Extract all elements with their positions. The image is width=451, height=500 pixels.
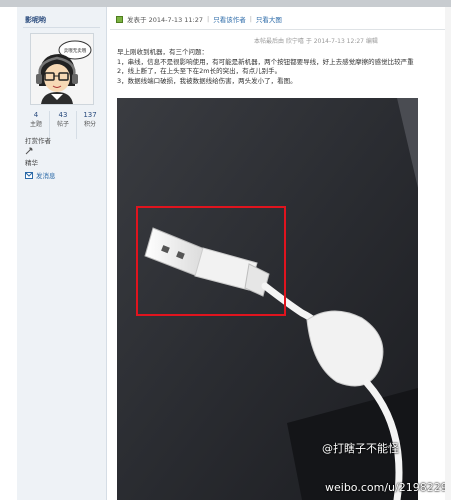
- tip-author-link[interactable]: 打赏作者: [25, 135, 51, 145]
- stat-value: 43: [58, 111, 68, 119]
- post-line: 早上刚收到机器，有三个问题：: [117, 48, 208, 56]
- essence-link[interactable]: 精华: [25, 157, 38, 167]
- post-line: 1，串线，信息不是很影响使用，有可能是新机器，两个按钮都要导线，好上去感觉摩擦的…: [117, 57, 414, 66]
- separator: |: [249, 15, 252, 23]
- weibo-watermark: @打瞎子不能怪: [322, 440, 399, 456]
- stat-posts[interactable]: 43 帖子: [50, 111, 77, 139]
- post-time: 发表于 2014-7-13 11:27: [127, 16, 204, 24]
- avatar-cartoon-icon: 卖哦无卖哦: [31, 34, 93, 104]
- stat-label: 积分: [83, 121, 96, 128]
- stat-value: 137: [83, 111, 97, 119]
- stat-label: 主题: [29, 121, 42, 128]
- user-sidebar: 影呢哟 卖哦无卖哦 4 主题 43 帖子 137 积分 打赏作者 精华 发消息: [17, 7, 107, 500]
- stat-label: 帖子: [56, 121, 69, 128]
- divider: [23, 27, 100, 28]
- post-header: 发表于 2014-7-13 11:27 | 只看该作者 | 只看大图: [110, 7, 451, 30]
- message-icon: [25, 171, 33, 179]
- weibo-url: weibo.com/u/2198229210: [325, 481, 451, 494]
- stat-value: 4: [33, 111, 39, 119]
- avatar[interactable]: 卖哦无卖哦: [30, 33, 94, 105]
- avatar-bubble-text: 卖哦无卖哦: [64, 47, 87, 54]
- only-large-image-link[interactable]: 只看大图: [256, 14, 282, 24]
- post-line: 2，线上断了，在上头至下在2m长的突出，有点儿别手。: [117, 67, 282, 75]
- wrench-icon[interactable]: [25, 147, 33, 155]
- edit-notice: 本帖最后由 欣宁嘻 于 2014-7-13 12:27 编辑: [254, 38, 378, 45]
- breadcrumb: 发表于 2014-7-13 11:27 | 只看该作者 | 只看大图: [116, 14, 282, 24]
- separator: |: [207, 15, 210, 23]
- scrollbar-track[interactable]: [445, 7, 451, 500]
- weibo-handle: @打瞎子不能怪: [322, 442, 399, 455]
- post-icon: [116, 15, 123, 23]
- stat-points[interactable]: 137 积分: [77, 111, 103, 139]
- window-top-bar: [0, 0, 451, 7]
- damage-highlight-box: [136, 206, 286, 316]
- essence-label: 精华: [25, 159, 38, 167]
- post-body: 早上刚收到机器，有三个问题： 1，串线，信息不是很影响使用，有可能是新机器，两个…: [117, 48, 437, 86]
- username[interactable]: 影呢哟: [25, 15, 46, 25]
- only-author-link[interactable]: 只看该作者: [213, 14, 246, 24]
- post-line: 3，数据线端口破损，我被数据线给伤害，两头发小了，看图。: [117, 76, 297, 85]
- send-message-link[interactable]: 发消息: [25, 170, 56, 180]
- tip-author-label: 打赏作者: [25, 137, 51, 145]
- send-message-label: 发消息: [36, 172, 56, 180]
